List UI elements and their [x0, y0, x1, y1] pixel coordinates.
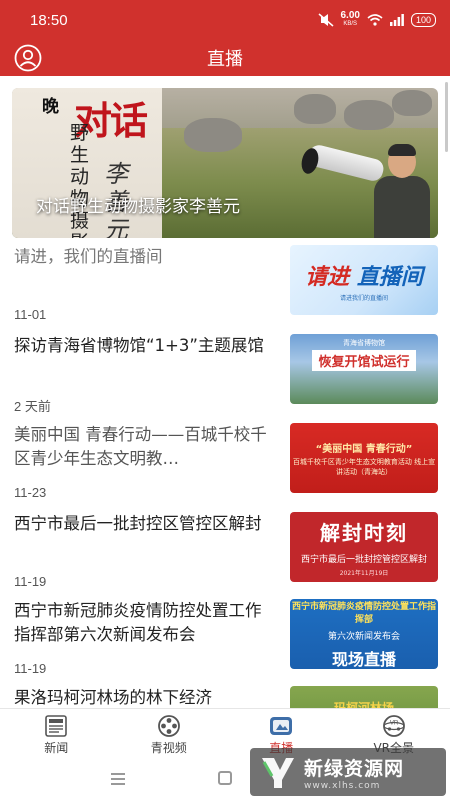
thumb-title: 解封时刻 — [320, 521, 408, 545]
watermark-logo-icon — [262, 758, 294, 788]
thumb-title: 现场直播 — [331, 649, 396, 669]
hero-banner[interactable]: 晚 对话 野生动物摄影 李善元 对话野生动物摄影家李善元 — [12, 88, 438, 238]
item-title: 西宁市最后一批封控区管控区解封 — [14, 514, 262, 533]
thumb-title: 玛柯河林场 — [333, 700, 394, 709]
item-date: 11-23 — [14, 485, 47, 500]
thumb-title: 恢复开馆试运行 — [312, 349, 416, 371]
film-reel-icon — [157, 715, 180, 737]
item-date: 2 天前 — [14, 399, 51, 414]
vr-panorama-icon: VR — [382, 715, 405, 737]
svg-text:VR: VR — [390, 721, 399, 727]
thumb-title: 请进 直播间 — [305, 264, 423, 290]
item-date: 11-19 — [14, 661, 47, 676]
item-title: 美丽中国 青春行动——百城千校千区青少年生态文明教… — [14, 425, 267, 468]
list-item[interactable]: 果洛玛柯河林场的林下经济 玛柯河林场 — [0, 686, 450, 708]
status-bar: 18:50 6.00 KB/S 100 — [0, 0, 450, 40]
item-thumbnail: 青海省博物馆 恢复开馆试运行 — [290, 334, 438, 404]
thumb-subtitle: 第六次新闻发布会 — [327, 631, 400, 642]
item-thumbnail: 西宁市新冠肺炎疫情防控处置工作指挥部 第六次新闻发布会 现场直播 — [290, 599, 438, 669]
tab-label: 新闻 — [44, 741, 69, 755]
app-header: 直播 — [0, 40, 450, 76]
tab-label: 青视频 — [150, 741, 187, 755]
item-thumbnail: 请进 直播间 请进我们的直播间 — [290, 245, 438, 315]
photographer-figure — [374, 144, 430, 238]
item-title: 探访青海省博物馆“1+3”主题展馆 — [14, 336, 264, 355]
wildcat-figure — [344, 100, 394, 130]
list-item[interactable]: 探访青海省博物馆“1+3”主题展馆 2 天前 青海省博物馆 恢复开馆试运行 — [0, 334, 450, 422]
thumb-caption: 2021年11月19日 — [339, 570, 389, 577]
scrollbar[interactable] — [445, 82, 448, 152]
status-time: 18:50 — [30, 11, 68, 29]
network-speed: 6.00 KB/S — [340, 10, 360, 28]
item-thumbnail: “美丽中国 青春行动” 百城千校千区青少年生态文明教育活动 线上宣讲活动（青海站… — [290, 423, 438, 493]
wildcat-figure — [184, 118, 242, 152]
hero-art-small-text: 晚 — [42, 97, 59, 117]
list-item[interactable]: 美丽中国 青春行动——百城千校千区青少年生态文明教… 11-23 “美丽中国 青… — [0, 423, 450, 511]
thumb-title: “美丽中国 青春行动” — [315, 443, 413, 455]
item-thumbnail: 解封时刻 西宁市最后一批封控管控区解封 2021年11月19日 — [290, 512, 438, 582]
thumb-subtitle: 请进我们的直播间 — [339, 294, 388, 302]
live-list[interactable]: 晚 对话 野生动物摄影 李善元 对话野生动物摄影家李善元 请进，我们的直播间 1… — [0, 76, 450, 708]
page-title: 直播 — [207, 49, 243, 70]
wifi-icon — [367, 14, 383, 26]
mute-vibrate-icon — [318, 13, 333, 27]
tab-news[interactable]: 新闻 — [0, 709, 113, 758]
thumb-caption: 西宁市新冠肺炎疫情防控处置工作指挥部 — [291, 601, 436, 625]
hero-art-vertical-text: 野生动物摄影 — [70, 122, 90, 238]
item-date: 11-19 — [14, 574, 47, 589]
item-title: 西宁市新冠肺炎疫情防控处置工作指挥部第六次新闻发布会 — [14, 601, 262, 644]
list-item[interactable]: 西宁市最后一批封控区管控区解封 11-19 解封时刻 西宁市最后一批封控管控区解… — [0, 512, 450, 600]
list-item[interactable]: 西宁市新冠肺炎疫情防控处置工作指挥部第六次新闻发布会 11-19 西宁市新冠肺炎… — [0, 599, 450, 687]
home-icon[interactable] — [218, 771, 232, 785]
hero-caption: 对话野生动物摄影家李善元 — [36, 197, 240, 217]
item-title: 请进，我们的直播间 — [14, 247, 163, 266]
thumb-subtitle: 青海省博物馆 — [343, 338, 385, 347]
user-icon[interactable] — [14, 44, 42, 72]
list-item[interactable]: 请进，我们的直播间 11-01 请进 直播间 请进我们的直播间 — [0, 245, 450, 333]
watermark: 新绿资源网 www.xlhs.com — [250, 748, 446, 796]
thumb-subtitle: 百城千校千区青少年生态文明教育活动 线上宣讲活动（青海站） — [292, 457, 436, 476]
signal-icon — [389, 14, 404, 26]
live-tv-icon — [270, 717, 293, 735]
tab-video[interactable]: 青视频 — [113, 709, 226, 758]
status-icons: 6.00 KB/S 100 — [318, 10, 436, 29]
item-thumbnail: 玛柯河林场 — [290, 686, 438, 708]
item-date: 11-01 — [14, 307, 47, 322]
wildcat-figure — [294, 94, 336, 124]
battery-indicator: 100 — [410, 13, 436, 27]
thumb-subtitle: 西宁市最后一批封控管控区解封 — [300, 555, 427, 565]
menu-icon[interactable] — [111, 773, 125, 785]
wildcat-figure — [392, 90, 432, 116]
watermark-text: 新绿资源网 www.xlhs.com — [304, 757, 405, 791]
newspaper-icon — [45, 715, 68, 737]
item-title: 果洛玛柯河林场的林下经济 — [14, 688, 212, 707]
